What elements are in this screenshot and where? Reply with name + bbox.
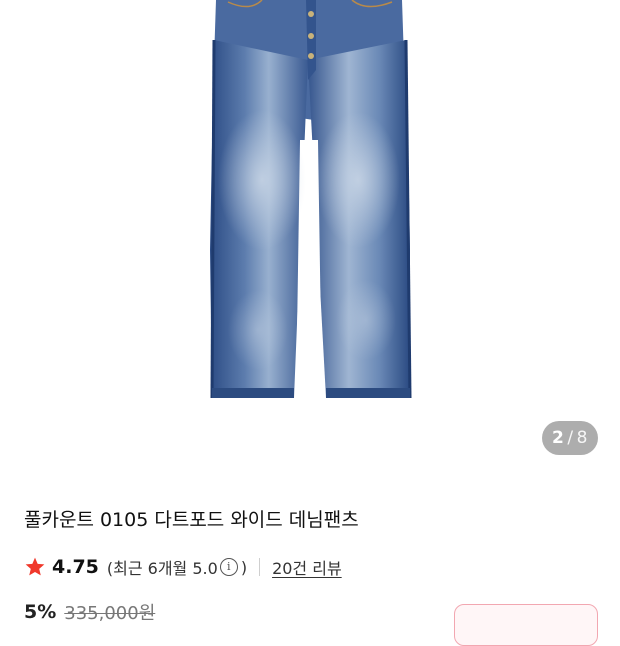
image-counter-separator: / bbox=[567, 428, 574, 448]
image-counter: 2 / 8 bbox=[542, 421, 598, 455]
rating-score: 4.75 bbox=[52, 556, 99, 578]
image-counter-current: 2 bbox=[552, 428, 565, 448]
jeans-image bbox=[210, 0, 412, 399]
rating-row: 4.75 (최근 6개월 5.0 i ) 20건 리뷰 bbox=[24, 553, 342, 581]
recent-rating: (최근 6개월 5.0 i ) bbox=[107, 555, 247, 579]
coupon-button[interactable] bbox=[454, 604, 598, 646]
original-price: 335,000원 bbox=[64, 603, 156, 624]
recent-rating-text: (최근 6개월 5.0 bbox=[106, 559, 218, 578]
image-counter-total: 8 bbox=[576, 428, 588, 448]
product-image-gallery[interactable]: 2 / 8 bbox=[0, 0, 620, 470]
recent-rating-close: ) bbox=[240, 557, 248, 577]
price-row: 5% 335,000원 bbox=[24, 598, 155, 626]
review-count-link[interactable]: 20건 리뷰 bbox=[272, 555, 342, 579]
info-icon[interactable]: i bbox=[219, 558, 238, 576]
product-title: 풀카운트 0105 다트포드 와이드 데님팬츠 bbox=[24, 509, 359, 531]
divider bbox=[259, 558, 261, 576]
star-icon bbox=[25, 557, 45, 576]
